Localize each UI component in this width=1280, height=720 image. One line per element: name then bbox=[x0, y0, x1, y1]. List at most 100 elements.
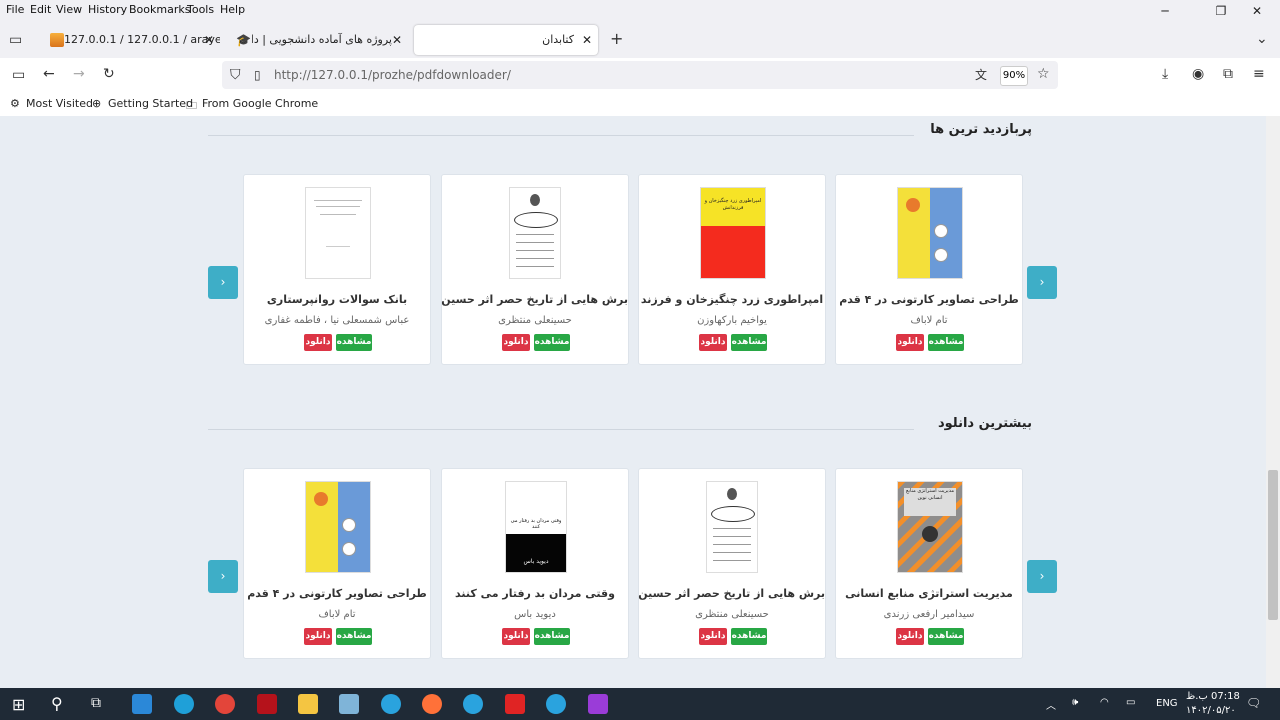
book-cover[interactable]: مدیریت استراتژی منابع انسانی نوین bbox=[897, 481, 963, 573]
notification-icon[interactable]: 🗨 bbox=[1246, 696, 1261, 710]
book-card[interactable]: امپراطوری زرد چنگیزخان و فرزندانش امپراط… bbox=[638, 174, 826, 365]
downloads-icon[interactable]: ⤓ bbox=[1162, 67, 1168, 81]
telegram-icon[interactable] bbox=[546, 694, 566, 714]
book-card[interactable]: برش هایی از تاریخ حصر اثر حسین حسینعلی م… bbox=[638, 468, 826, 659]
firefox-icon[interactable] bbox=[422, 694, 442, 714]
phpstorm-icon[interactable] bbox=[588, 694, 608, 714]
view-button[interactable]: مشاهده bbox=[928, 334, 964, 351]
notepad-icon[interactable] bbox=[339, 694, 359, 714]
tab-overview-icon[interactable]: ▭ bbox=[9, 33, 22, 47]
view-button[interactable]: مشاهده bbox=[731, 628, 767, 645]
scrollbar-thumb[interactable] bbox=[1268, 470, 1278, 620]
book-card[interactable]: بانک سوالات روانپرستاری عباس شمسعلی نیا … bbox=[243, 174, 431, 365]
language-indicator[interactable]: ENG bbox=[1156, 698, 1178, 709]
view-button[interactable]: مشاهده bbox=[534, 628, 570, 645]
sidebar-icon[interactable]: ▭ bbox=[12, 68, 25, 82]
back-icon[interactable]: ← bbox=[43, 67, 55, 81]
bookmark-most-visited[interactable]: Most Visited bbox=[26, 97, 93, 110]
carousel-next-button[interactable]: › bbox=[1027, 560, 1057, 593]
view-button[interactable]: مشاهده bbox=[336, 334, 372, 351]
chrome-icon[interactable] bbox=[215, 694, 235, 714]
menu-view[interactable]: View bbox=[56, 3, 82, 16]
tab-ketabdan[interactable]: کتابدان ✕ bbox=[414, 25, 598, 55]
extensions-icon[interactable]: ⧉ bbox=[1223, 67, 1233, 81]
telegram-icon[interactable] bbox=[381, 694, 401, 714]
download-button[interactable]: دانلود bbox=[896, 334, 924, 351]
menu-history[interactable]: History bbox=[88, 3, 127, 16]
book-cover[interactable] bbox=[509, 187, 561, 279]
download-button[interactable]: دانلود bbox=[896, 628, 924, 645]
menu-hamburger-icon[interactable]: ≡ bbox=[1253, 67, 1265, 81]
shield-icon[interactable]: ⛉ bbox=[230, 68, 241, 82]
book-title[interactable]: وقتی مردان بد رفتار می کنند bbox=[442, 587, 628, 600]
tab-prozhe[interactable]: 🎓 پروژه های آماده دانشجویی | دانلو ✕ bbox=[226, 25, 408, 55]
book-title[interactable]: برش هایی از تاریخ حصر اثر حسین bbox=[638, 587, 825, 600]
windows-start-icon[interactable]: ⊞ bbox=[12, 695, 25, 714]
speaker-icon[interactable]: 🕪 bbox=[1072, 697, 1078, 708]
book-card[interactable]: برش هایی از تاریخ حصر اثر حسین حسینعلی م… bbox=[441, 174, 629, 365]
bookmark-star-icon[interactable]: ☆ bbox=[1037, 67, 1050, 81]
new-tab-button[interactable]: + bbox=[610, 31, 623, 47]
translate-icon[interactable]: 文 bbox=[975, 68, 987, 82]
battery-icon[interactable]: ▭ bbox=[1126, 697, 1135, 708]
book-card[interactable]: وقتی مردان بد رفتار می کنند دیوید باس وق… bbox=[441, 468, 629, 659]
download-button[interactable]: دانلود bbox=[304, 334, 332, 351]
carousel-prev-button[interactable]: › bbox=[208, 266, 238, 299]
zoom-level[interactable]: 90% bbox=[1000, 66, 1028, 86]
book-cover[interactable] bbox=[305, 481, 371, 573]
menu-tools[interactable]: Tools bbox=[187, 3, 214, 16]
view-button[interactable]: مشاهده bbox=[336, 628, 372, 645]
page-icon[interactable]: ▯ bbox=[254, 68, 261, 82]
book-cover[interactable] bbox=[305, 187, 371, 279]
file-explorer-icon[interactable] bbox=[298, 694, 318, 714]
download-button[interactable]: دانلود bbox=[304, 628, 332, 645]
book-card[interactable]: طراحی تصاویر کارتونی در ۴ قدم تام لاباف … bbox=[243, 468, 431, 659]
view-button[interactable]: مشاهده bbox=[928, 628, 964, 645]
book-cover[interactable]: امپراطوری زرد چنگیزخان و فرزندانش bbox=[700, 187, 766, 279]
menu-help[interactable]: Help bbox=[220, 3, 245, 16]
clock-date[interactable]: ۱۴۰۲/۰۵/۲۰ bbox=[1186, 705, 1236, 716]
menu-file[interactable]: File bbox=[6, 3, 24, 16]
reload-icon[interactable]: ↻ bbox=[103, 67, 115, 81]
book-card[interactable]: مدیریت استراتژی منابع انسانی نوین مدیریت… bbox=[835, 468, 1023, 659]
view-button[interactable]: مشاهده bbox=[731, 334, 767, 351]
acrobat-icon[interactable] bbox=[505, 694, 525, 714]
book-title[interactable]: طراحی تصاویر کارتونی در ۴ قدم bbox=[836, 293, 1022, 306]
wifi-icon[interactable]: ◠ bbox=[1100, 697, 1109, 708]
tab-phpmyadmin[interactable]: 127.0.0.1 / 127.0.0.1 / arayeshi | ✕ bbox=[40, 25, 220, 55]
book-title[interactable]: بانک سوالات روانپرستاری bbox=[244, 293, 430, 306]
download-button[interactable]: دانلود bbox=[502, 334, 530, 351]
search-icon[interactable]: ⚲ bbox=[51, 694, 63, 713]
download-button[interactable]: دانلود bbox=[699, 628, 727, 645]
store-icon[interactable] bbox=[132, 694, 152, 714]
task-view-icon[interactable]: ⧉ bbox=[91, 695, 101, 711]
minimize-icon[interactable]: ─ bbox=[1142, 0, 1188, 22]
book-title[interactable]: برش هایی از تاریخ حصر اثر حسین bbox=[441, 293, 628, 306]
account-icon[interactable]: ◉ bbox=[1192, 67, 1204, 81]
carousel-prev-button[interactable]: › bbox=[208, 560, 238, 593]
telegram-icon[interactable] bbox=[463, 694, 483, 714]
book-title[interactable]: مدیریت استراتژی منابع انسانی bbox=[836, 587, 1022, 600]
bookmark-from-chrome[interactable]: From Google Chrome bbox=[202, 97, 318, 110]
menu-bookmarks[interactable]: Bookmarks bbox=[129, 3, 190, 16]
app-icon[interactable] bbox=[257, 694, 277, 714]
book-cover[interactable] bbox=[706, 481, 758, 573]
book-card[interactable]: طراحی تصاویر کارتونی در ۴ قدم تام لاباف … bbox=[835, 174, 1023, 365]
download-button[interactable]: دانلود bbox=[699, 334, 727, 351]
close-tab-icon[interactable]: ✕ bbox=[392, 25, 402, 55]
close-tab-icon[interactable]: ✕ bbox=[204, 25, 214, 55]
bookmark-getting-started[interactable]: Getting Started bbox=[108, 97, 193, 110]
download-button[interactable]: دانلود bbox=[502, 628, 530, 645]
close-window-icon[interactable]: ✕ bbox=[1234, 0, 1280, 22]
book-title[interactable]: امپراطوری زرد چنگیزخان و فرزند bbox=[639, 293, 825, 306]
clock-time[interactable]: 07:18 ب.ظ bbox=[1186, 691, 1240, 702]
book-cover[interactable] bbox=[897, 187, 963, 279]
edge-icon[interactable] bbox=[174, 694, 194, 714]
close-tab-icon[interactable]: ✕ bbox=[582, 25, 592, 55]
forward-icon[interactable]: → bbox=[73, 67, 85, 81]
book-title[interactable]: طراحی تصاویر کارتونی در ۴ قدم bbox=[244, 587, 430, 600]
book-cover[interactable]: وقتی مردان بد رفتار می کنند دیوید باس bbox=[505, 481, 567, 573]
view-button[interactable]: مشاهده bbox=[534, 334, 570, 351]
list-tabs-icon[interactable]: ⌄ bbox=[1256, 32, 1268, 46]
carousel-next-button[interactable]: › bbox=[1027, 266, 1057, 299]
